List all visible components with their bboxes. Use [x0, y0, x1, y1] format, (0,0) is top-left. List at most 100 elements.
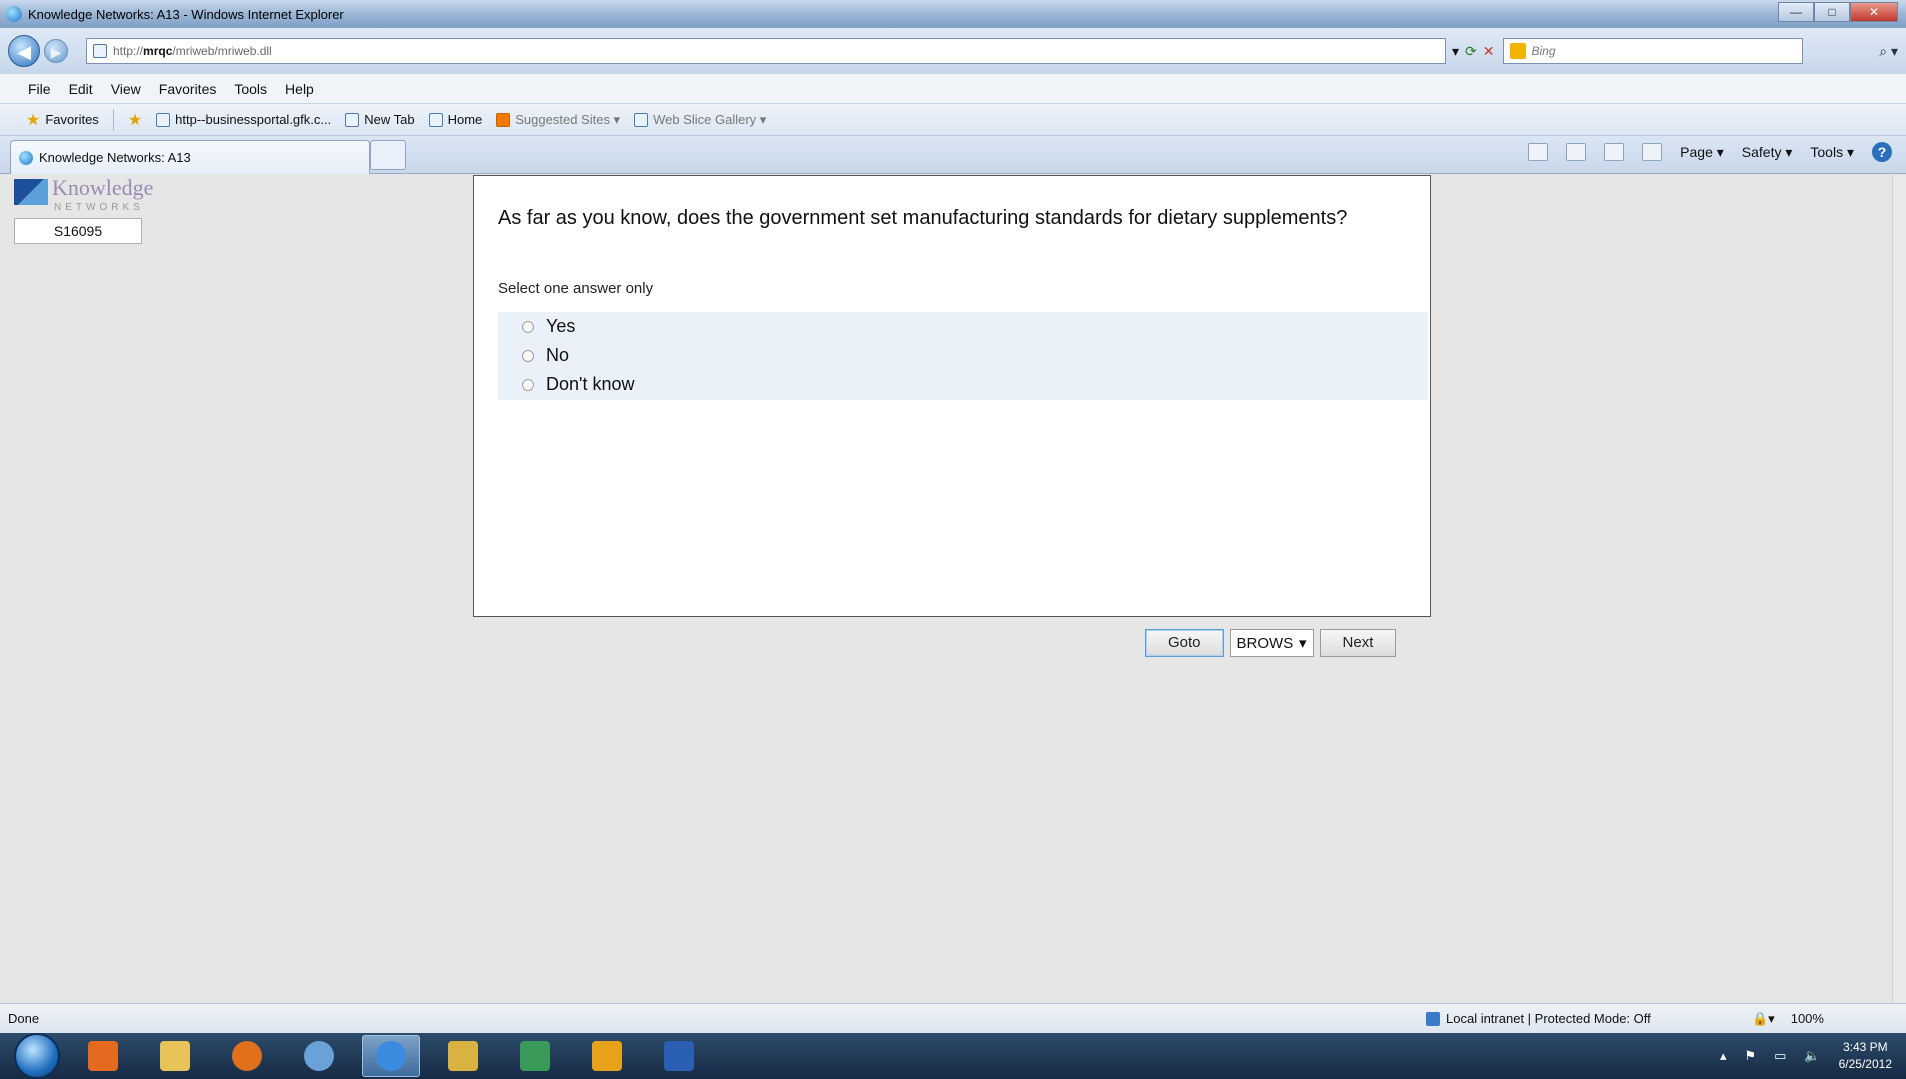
volume-icon[interactable]: 🔈 — [1804, 1048, 1820, 1064]
taskbar-media-player[interactable] — [74, 1035, 132, 1077]
maximize-button[interactable]: □ — [1814, 2, 1850, 22]
chevron-down-icon: ▾ — [1299, 635, 1307, 652]
menu-help[interactable]: Help — [285, 81, 314, 97]
help-icon[interactable]: ? — [1872, 142, 1892, 162]
radio-button[interactable] — [522, 349, 534, 362]
mail-icon[interactable] — [1604, 143, 1625, 161]
instruction-text: Select one answer only — [498, 280, 654, 297]
taskbar-outlook[interactable] — [578, 1035, 636, 1077]
answer-option-no[interactable]: No — [498, 341, 1428, 370]
zone-label: Local intranet | Protected Mode: Off — [1446, 1011, 1651, 1026]
survey-navigation: Goto BROWS ▾ Next — [1145, 629, 1397, 657]
address-tools: ▾ ⟳ ✕ — [1452, 43, 1495, 60]
knowledge-networks-logo: Knowledge NETWORKS — [14, 175, 164, 217]
ie-icon — [376, 1041, 406, 1071]
goto-select-value: BROWS — [1236, 634, 1294, 652]
show-hidden-icons-icon[interactable]: ▴ — [1720, 1048, 1727, 1064]
page-icon — [156, 112, 171, 127]
radio-button[interactable] — [522, 378, 534, 391]
fav-link-businessportal[interactable]: http--businessportal.gfk.c... — [156, 112, 331, 127]
taskbar-firefox[interactable] — [218, 1035, 276, 1077]
answer-option-yes[interactable]: Yes — [498, 312, 1428, 341]
url-prefix: http:// — [113, 44, 144, 58]
menu-tools[interactable]: Tools — [234, 81, 267, 97]
refresh-icon[interactable]: ⟳ — [1465, 43, 1477, 60]
menu-edit[interactable]: Edit — [69, 81, 93, 97]
address-input[interactable]: http://mrqc/mriweb/mriweb.dll — [86, 38, 1446, 64]
answer-label: No — [546, 345, 570, 365]
network-icon[interactable]: ▭ — [1774, 1048, 1786, 1064]
new-tab-button[interactable] — [370, 140, 406, 170]
flag-icon[interactable]: ⚑ — [1744, 1048, 1756, 1064]
tools-menu[interactable]: Tools ▾ — [1810, 144, 1854, 161]
window-controls: — □ ✕ — [1778, 2, 1898, 22]
radio-button[interactable] — [522, 320, 534, 333]
ie-icon — [19, 150, 33, 165]
taskbar-lync[interactable] — [506, 1035, 564, 1077]
safety-menu[interactable]: Safety ▾ — [1742, 144, 1793, 161]
menu-favorites[interactable]: Favorites — [159, 81, 217, 97]
firefox-icon — [232, 1041, 262, 1071]
print-icon[interactable] — [1642, 143, 1663, 161]
window-title: Knowledge Networks: A13 - Windows Intern… — [28, 6, 344, 22]
clock-time: 3:43 PM — [1842, 1040, 1888, 1054]
fav-label: http--businessportal.gfk.c... — [175, 112, 332, 127]
fav-link-new-tab[interactable]: New Tab — [345, 112, 415, 127]
menu-bar: File Edit View Favorites Tools Help — [0, 74, 1906, 104]
favorites-bar: ★ Favorites ★ http--businessportal.gfk.c… — [0, 104, 1906, 136]
page-menu[interactable]: Page ▾ — [1680, 144, 1724, 161]
fav-label: Suggested Sites ▾ — [515, 111, 621, 127]
search-input[interactable]: Bing — [1502, 38, 1803, 64]
vertical-scrollbar[interactable] — [1892, 175, 1906, 1003]
clock[interactable]: 3:43 PM 6/25/2012 — [1839, 1039, 1892, 1073]
next-button[interactable]: Next — [1319, 629, 1397, 657]
taskbar-folder[interactable] — [434, 1035, 492, 1077]
home-icon[interactable] — [1528, 143, 1549, 161]
add-favorite-icon[interactable]: ★ — [128, 110, 142, 130]
page-icon — [634, 112, 649, 127]
zoom-level[interactable]: 100% — [1791, 1011, 1824, 1027]
word-icon — [664, 1041, 694, 1071]
logo-mark-icon — [14, 179, 48, 205]
logo-sub: NETWORKS — [54, 202, 144, 213]
security-zone[interactable]: Local intranet | Protected Mode: Off — [1426, 1011, 1651, 1026]
goto-select[interactable]: BROWS ▾ — [1229, 629, 1314, 657]
minimize-button[interactable]: — — [1778, 2, 1814, 22]
tab-knowledge-networks[interactable]: Knowledge Networks: A13 — [10, 140, 370, 174]
taskbar-explorer[interactable] — [146, 1035, 204, 1077]
goto-button[interactable]: Goto — [1145, 629, 1224, 657]
fav-link-home[interactable]: Home — [428, 112, 482, 127]
url-path: /mriweb/mriweb.dll — [172, 44, 272, 58]
outlook-icon — [592, 1041, 622, 1071]
app-icon — [304, 1041, 334, 1071]
answer-option-dont-know[interactable]: Don't know — [498, 370, 1428, 399]
stop-icon[interactable]: ✕ — [1483, 43, 1495, 60]
menu-view[interactable]: View — [111, 81, 141, 97]
suggested-sites-icon — [496, 112, 511, 127]
window-title-bar: Knowledge Networks: A13 - Windows Intern… — [0, 0, 1906, 28]
forward-button[interactable]: ▶ — [44, 39, 68, 63]
taskbar-internet-explorer[interactable] — [362, 1035, 420, 1077]
feeds-icon[interactable] — [1566, 143, 1587, 161]
address-dropdown-icon[interactable]: ▾ — [1452, 43, 1459, 60]
search-icon[interactable]: ⌕ ▾ — [1879, 43, 1898, 60]
back-button[interactable]: ◀ — [8, 35, 40, 67]
favorites-button[interactable]: ★ Favorites — [26, 110, 99, 130]
answer-label: Yes — [546, 316, 576, 336]
close-button[interactable]: ✕ — [1850, 2, 1898, 22]
taskbar-app[interactable] — [290, 1035, 348, 1077]
page-icon — [428, 112, 443, 127]
page-icon — [345, 112, 360, 127]
fav-link-suggested-sites[interactable]: Suggested Sites ▾ — [496, 112, 620, 128]
logo-word: Knowledge — [52, 175, 154, 200]
fav-link-web-slice-gallery[interactable]: Web Slice Gallery ▾ — [634, 112, 766, 128]
answer-list: Yes No Don't know — [498, 312, 1428, 400]
search-placeholder: Bing — [1531, 44, 1556, 58]
status-text: Done — [8, 1011, 40, 1026]
protected-mode-icon[interactable]: 🔒▾ — [1752, 1011, 1775, 1027]
start-button[interactable] — [14, 1033, 60, 1079]
command-bar: Page ▾ Safety ▾ Tools ▾ ? — [1528, 142, 1892, 162]
respondent-id: S16095 — [14, 218, 142, 244]
taskbar-word[interactable] — [650, 1035, 708, 1077]
menu-file[interactable]: File — [28, 81, 51, 97]
